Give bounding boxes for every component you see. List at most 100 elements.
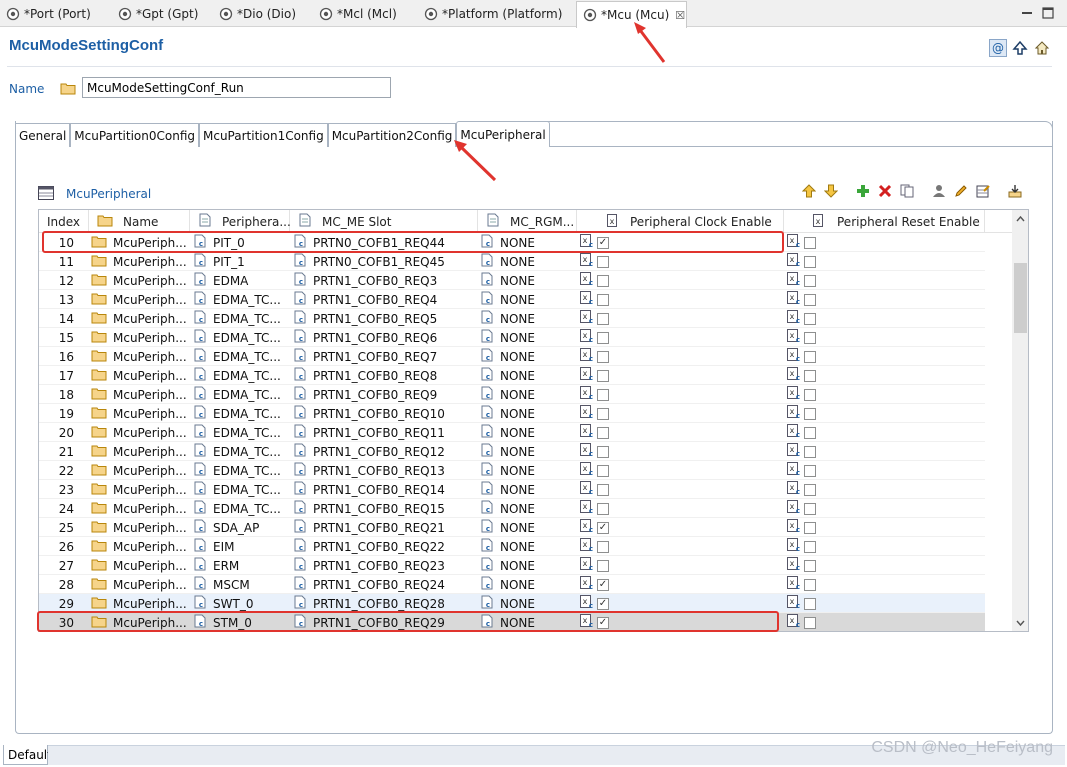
table-row[interactable]: 25 McuPeriph... c SDA_AP c PRTN1_COFB0_REQ21 c…	[39, 518, 985, 537]
col-mc-rgm[interactable]: MC_RGM...	[478, 210, 577, 233]
reset-enable-checkbox[interactable]	[804, 331, 816, 344]
clock-enable-checkbox[interactable]	[597, 312, 609, 325]
clock-enable-checkbox[interactable]: ✓	[597, 236, 609, 249]
row-slot-cell[interactable]: c PRTN1_COFB0_REQ13	[294, 461, 478, 480]
row-name-cell[interactable]: McuPeriph...	[91, 442, 190, 461]
row-rgm-cell[interactable]: c NONE	[481, 328, 577, 347]
row-name-cell[interactable]: McuPeriph...	[91, 575, 190, 594]
row-peripheral-cell[interactable]: c EDMA_TC...	[194, 309, 290, 328]
row-peripheral-cell[interactable]: c MSCM	[194, 575, 290, 594]
reset-enable-checkbox[interactable]	[804, 445, 816, 458]
row-rgm-cell[interactable]: c NONE	[481, 252, 577, 271]
reset-enable-checkbox[interactable]	[804, 407, 816, 420]
clock-enable-checkbox[interactable]	[597, 255, 609, 268]
editor-tab-dio[interactable]: *Dio (Dio)	[213, 1, 313, 27]
reset-enable-checkbox[interactable]	[804, 578, 816, 591]
row-peripheral-cell[interactable]: c EDMA_TC...	[194, 290, 290, 309]
row-rgm-cell[interactable]: c NONE	[481, 385, 577, 404]
reset-enable-checkbox[interactable]	[804, 312, 816, 325]
reset-enable-checkbox[interactable]	[804, 597, 816, 610]
delete-icon[interactable]	[877, 183, 893, 199]
clock-enable-checkbox[interactable]	[597, 331, 609, 344]
table-row[interactable]: 11 McuPeriph... c PIT_1 c PRTN0_COFB1_REQ45 c N…	[39, 252, 985, 271]
table-edit-icon[interactable]	[975, 183, 991, 199]
clock-enable-checkbox[interactable]	[597, 445, 609, 458]
table-row[interactable]: 13 McuPeriph... c EDMA_TC... c PRTN1_COFB0_RE…	[39, 290, 985, 309]
up-arrow-icon[interactable]	[1011, 39, 1029, 57]
row-slot-cell[interactable]: c PRTN1_COFB0_REQ3	[294, 271, 478, 290]
reset-enable-checkbox[interactable]	[804, 293, 816, 306]
row-name-cell[interactable]: McuPeriph...	[91, 613, 190, 631]
row-rgm-cell[interactable]: c NONE	[481, 518, 577, 537]
row-name-cell[interactable]: McuPeriph...	[91, 252, 190, 271]
clock-enable-checkbox[interactable]	[597, 464, 609, 477]
editor-tab-mcl[interactable]: *Mcl (Mcl)	[313, 1, 418, 27]
row-name-cell[interactable]: McuPeriph...	[91, 328, 190, 347]
row-rgm-cell[interactable]: c NONE	[481, 480, 577, 499]
minimize-icon[interactable]	[1020, 6, 1034, 20]
reset-enable-checkbox[interactable]	[804, 502, 816, 515]
row-name-cell[interactable]: McuPeriph...	[91, 271, 190, 290]
maximize-icon[interactable]	[1041, 6, 1055, 20]
table-row[interactable]: 27 McuPeriph... c ERM c PRTN1_COFB0_REQ23 c NON…	[39, 556, 985, 575]
move-up-icon[interactable]	[801, 183, 817, 199]
row-peripheral-cell[interactable]: c EDMA_TC...	[194, 347, 290, 366]
row-peripheral-cell[interactable]: c EIM	[194, 537, 290, 556]
scroll-thumb[interactable]	[1014, 263, 1027, 333]
row-name-cell[interactable]: McuPeriph...	[91, 404, 190, 423]
col-peripheral-reset-enable[interactable]: x Peripheral Reset Enable	[784, 210, 985, 233]
row-rgm-cell[interactable]: c NONE	[481, 537, 577, 556]
row-rgm-cell[interactable]: c NONE	[481, 404, 577, 423]
reset-enable-checkbox[interactable]	[804, 236, 816, 249]
import-icon[interactable]	[1007, 183, 1023, 199]
tab-general[interactable]: General	[15, 123, 71, 147]
row-name-cell[interactable]: McuPeriph...	[91, 537, 190, 556]
row-slot-cell[interactable]: c PRTN0_COFB1_REQ45	[294, 252, 478, 271]
row-peripheral-cell[interactable]: c PIT_1	[194, 252, 290, 271]
row-slot-cell[interactable]: c PRTN1_COFB0_REQ28	[294, 594, 478, 613]
col-peripheral[interactable]: Periphera...	[190, 210, 291, 233]
close-icon[interactable]: ☒	[675, 9, 685, 22]
row-rgm-cell[interactable]: c NONE	[481, 271, 577, 290]
scroll-down-icon[interactable]	[1015, 617, 1026, 628]
clock-enable-checkbox[interactable]: ✓	[597, 521, 609, 534]
page-tab-default[interactable]: Default	[3, 745, 52, 765]
row-rgm-cell[interactable]: c NONE	[481, 366, 577, 385]
row-peripheral-cell[interactable]: c EDMA_TC...	[194, 385, 290, 404]
row-rgm-cell[interactable]: c NONE	[481, 499, 577, 518]
row-peripheral-cell[interactable]: c ERM	[194, 556, 290, 575]
row-peripheral-cell[interactable]: c EDMA_TC...	[194, 423, 290, 442]
table-row[interactable]: 29 McuPeriph... c SWT_0 c PRTN1_COFB0_REQ28 c N…	[39, 594, 985, 613]
editor-tab-gpt[interactable]: *Gpt (Gpt)	[112, 1, 212, 27]
row-slot-cell[interactable]: c PRTN1_COFB0_REQ4	[294, 290, 478, 309]
row-slot-cell[interactable]: c PRTN1_COFB0_REQ11	[294, 423, 478, 442]
row-peripheral-cell[interactable]: c EDMA_TC...	[194, 499, 290, 518]
col-peripheral-clock-enable[interactable]: x Peripheral Clock Enable	[577, 210, 784, 233]
row-slot-cell[interactable]: c PRTN1_COFB0_REQ12	[294, 442, 478, 461]
reset-enable-checkbox[interactable]	[804, 255, 816, 268]
row-name-cell[interactable]: McuPeriph...	[91, 233, 190, 252]
tab-mcu-partition0-config[interactable]: McuPartition0Config	[70, 123, 199, 147]
clock-enable-checkbox[interactable]: ✓	[597, 578, 609, 591]
row-name-cell[interactable]: McuPeriph...	[91, 347, 190, 366]
row-name-cell[interactable]: McuPeriph...	[91, 594, 190, 613]
table-row[interactable]: 22 McuPeriph... c EDMA_TC... c PRTN1_COFB0_RE…	[39, 461, 985, 480]
reset-enable-checkbox[interactable]	[804, 274, 816, 287]
clock-enable-checkbox[interactable]	[597, 274, 609, 287]
tab-mcu-peripheral[interactable]: McuPeripheral	[456, 121, 550, 147]
reset-enable-checkbox[interactable]	[804, 616, 816, 629]
col-mc-me-slot[interactable]: MC_ME Slot	[290, 210, 478, 233]
table-row[interactable]: 12 McuPeriph... c EDMA c PRTN1_COFB0_REQ3 c NON…	[39, 271, 985, 290]
editor-tab-port[interactable]: *Port (Port)	[0, 1, 118, 27]
reset-enable-checkbox[interactable]	[804, 426, 816, 439]
home-icon[interactable]	[1033, 39, 1051, 57]
at-icon[interactable]: @	[989, 39, 1007, 57]
row-rgm-cell[interactable]: c NONE	[481, 575, 577, 594]
row-rgm-cell[interactable]: c NONE	[481, 556, 577, 575]
clock-enable-checkbox[interactable]	[597, 426, 609, 439]
table-row[interactable]: 23 McuPeriph... c EDMA_TC... c PRTN1_COFB0_RE…	[39, 480, 985, 499]
row-rgm-cell[interactable]: c NONE	[481, 347, 577, 366]
row-slot-cell[interactable]: c PRTN1_COFB0_REQ21	[294, 518, 478, 537]
reset-enable-checkbox[interactable]	[804, 369, 816, 382]
table-row[interactable]: 24 McuPeriph... c EDMA_TC... c PRTN1_COFB0_RE…	[39, 499, 985, 518]
